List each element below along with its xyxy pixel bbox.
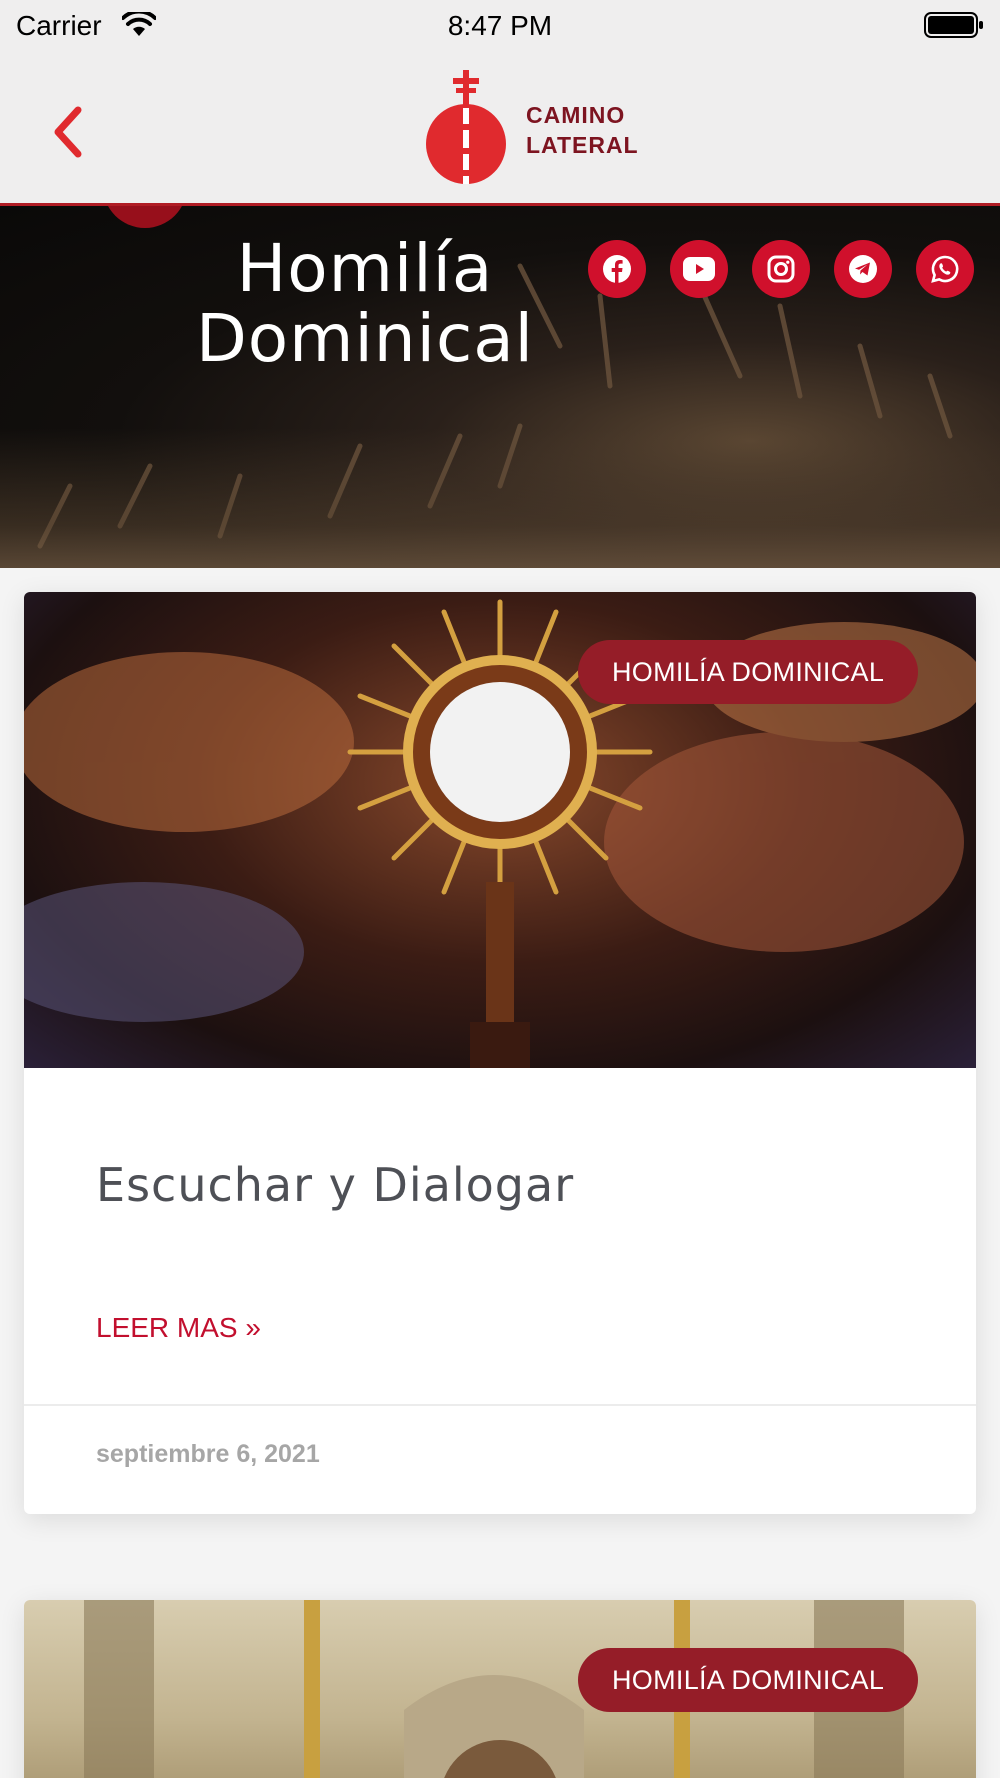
- category-badge[interactable]: HOMILÍA DOMINICAL: [578, 1648, 919, 1712]
- logo-mark-icon: [426, 70, 506, 184]
- post-card[interactable]: HOMILÍA DOMINICAL: [24, 1600, 976, 1778]
- logo-line-1: CAMINO: [526, 102, 626, 128]
- youtube-icon: [683, 257, 715, 281]
- hero-title-line-1: Homilía: [236, 230, 494, 307]
- back-button[interactable]: [46, 102, 96, 162]
- youtube-button[interactable]: [670, 240, 728, 298]
- clock: 8:47 PM: [447, 10, 553, 41]
- hero-title: Homilía Dominical: [160, 234, 570, 374]
- post-date: septiembre 6, 2021: [96, 1440, 320, 1468]
- chevron-left-icon: [54, 106, 82, 158]
- post-image-church[interactable]: HOMILÍA DOMINICAL: [24, 1600, 976, 1778]
- whatsapp-icon: [931, 255, 959, 283]
- status-bar: Carrier 8:47 PM: [0, 0, 1000, 50]
- whatsapp-button[interactable]: [916, 240, 974, 298]
- post-image-monstrance[interactable]: HOMILÍA DOMINICAL: [24, 592, 976, 1068]
- telegram-icon: [849, 255, 877, 283]
- read-more-link[interactable]: LEER MAS »: [96, 1312, 261, 1344]
- hero-title-line-2: Dominical: [195, 300, 535, 377]
- battery-icon: [924, 11, 984, 44]
- logo-text: CAMINO LATERAL: [526, 100, 639, 160]
- instagram-button[interactable]: [752, 240, 810, 298]
- post-title[interactable]: Escuchar y Dialogar: [96, 1158, 574, 1212]
- facebook-button[interactable]: [588, 240, 646, 298]
- telegram-button[interactable]: [834, 240, 892, 298]
- navigation-bar: CAMINO LATERAL: [0, 50, 1000, 206]
- facebook-icon: [603, 255, 631, 283]
- hero-banner: Homilía Dominical: [0, 206, 1000, 568]
- post-card[interactable]: HOMILÍA DOMINICAL Escuchar y Dialogar LE…: [24, 592, 976, 1514]
- camino-lateral-logo: CAMINO LATERAL: [422, 68, 662, 188]
- card-divider: [24, 1404, 976, 1406]
- logo-line-2: LATERAL: [526, 132, 639, 158]
- instagram-icon: [767, 255, 795, 283]
- category-badge[interactable]: HOMILÍA DOMINICAL: [578, 640, 919, 704]
